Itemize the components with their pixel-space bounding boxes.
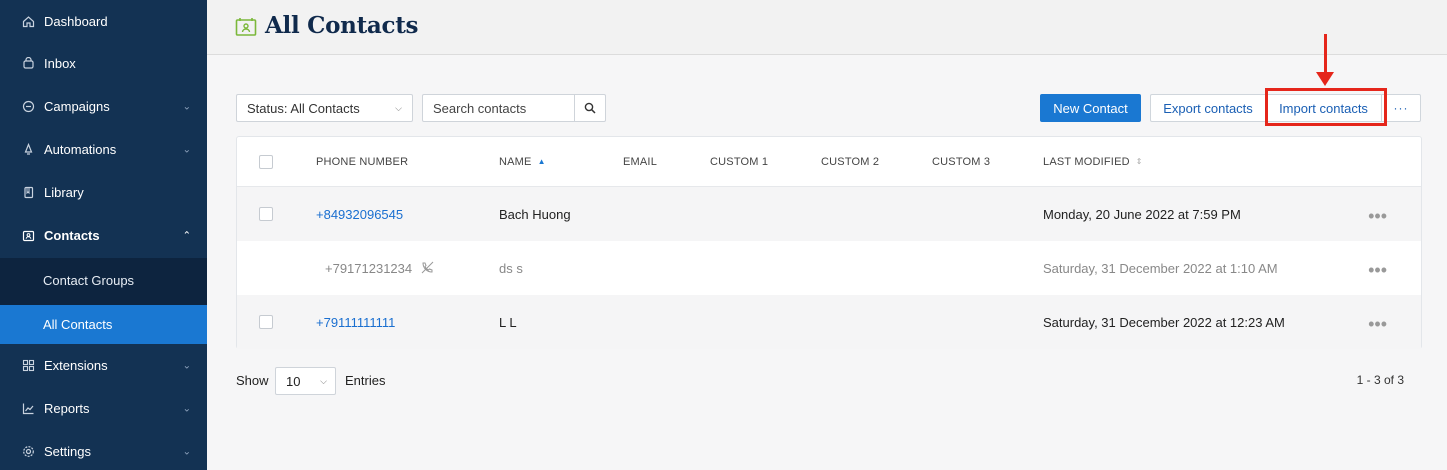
automations-icon xyxy=(21,143,35,157)
extensions-icon xyxy=(21,359,35,373)
sidebar-item-dashboard[interactable]: Dashboard xyxy=(0,0,207,43)
inbox-icon xyxy=(21,57,35,71)
row-checkbox[interactable] xyxy=(259,315,273,329)
chevron-down-icon: ⌄ xyxy=(182,403,191,414)
contact-name: L L xyxy=(499,315,517,330)
last-modified: Saturday, 31 December 2022 at 1:10 AM xyxy=(1043,261,1278,276)
chevron-down-icon: ⌄ xyxy=(182,144,191,155)
phone-link[interactable]: +84932096545 xyxy=(316,207,403,222)
sidebar-item-contact-groups[interactable]: Contact Groups xyxy=(0,262,207,298)
sidebar-item-contacts[interactable]: Contacts ⌃ xyxy=(0,214,207,257)
more-actions-button[interactable]: ··· xyxy=(1381,94,1421,122)
status-filter-value: Status: All Contacts xyxy=(247,100,360,116)
home-icon xyxy=(21,15,35,29)
status-filter-select[interactable]: Status: All Contacts ⌵ xyxy=(236,94,413,122)
gear-icon xyxy=(21,445,35,459)
sidebar-item-label: Contact Groups xyxy=(43,272,135,288)
chevron-down-icon: ⌵ xyxy=(320,376,327,386)
unsubscribed-icon xyxy=(421,261,434,277)
sidebar-item-label: Extensions xyxy=(44,358,108,373)
last-modified: Monday, 20 June 2022 at 7:59 PM xyxy=(1043,207,1241,222)
phone-link[interactable]: +79111111111 xyxy=(316,315,395,330)
sidebar-item-campaigns[interactable]: Campaigns ⌄ xyxy=(0,85,207,128)
campaigns-icon xyxy=(21,100,35,114)
table-row[interactable]: +84932096545 Bach Huong Monday, 20 June … xyxy=(237,187,1421,241)
sidebar-item-reports[interactable]: Reports ⌄ xyxy=(0,387,207,430)
contacts-card-icon xyxy=(235,17,257,37)
sidebar-item-extensions[interactable]: Extensions ⌄ xyxy=(0,344,207,387)
sidebar: Dashboard Inbox Campaigns ⌄ Automations … xyxy=(0,0,207,470)
import-highlight-box xyxy=(1265,88,1387,126)
contacts-submenu: Contact Groups All Contacts xyxy=(0,258,207,344)
sidebar-item-label: Dashboard xyxy=(44,14,108,29)
new-contact-button[interactable]: New Contact xyxy=(1040,94,1141,122)
last-modified: Saturday, 31 December 2022 at 12:23 AM xyxy=(1043,315,1285,330)
library-icon xyxy=(21,186,35,200)
contacts-icon xyxy=(21,229,35,243)
column-header-custom3[interactable]: CUSTOM 3 xyxy=(932,156,990,168)
page-size-value: 10 xyxy=(286,373,301,389)
sidebar-item-settings[interactable]: Settings ⌄ xyxy=(0,430,207,470)
table-row[interactable]: +79111111111 L L Saturday, 31 December 2… xyxy=(237,295,1421,349)
contact-name: ds s xyxy=(499,261,523,276)
row-actions-button[interactable]: ••• xyxy=(1368,207,1387,225)
entries-label: Entries xyxy=(345,373,386,388)
select-all-checkbox[interactable] xyxy=(259,155,273,169)
chevron-down-icon: ⌄ xyxy=(182,101,191,112)
sidebar-item-all-contacts[interactable]: All Contacts xyxy=(0,305,207,344)
contacts-table: PHONE NUMBER NAME ▲ EMAIL CUSTOM 1 CUSTOM… xyxy=(236,136,1422,349)
show-label: Show xyxy=(236,373,269,388)
table-row[interactable]: +79171231234 ds s Saturday, 31 December … xyxy=(237,241,1421,295)
sidebar-item-automations[interactable]: Automations ⌄ xyxy=(0,128,207,171)
sidebar-item-label: Contacts xyxy=(44,228,100,243)
search-input[interactable] xyxy=(423,95,576,121)
sort-asc-icon: ▲ xyxy=(537,157,546,166)
sidebar-item-label: Library xyxy=(44,185,84,200)
contact-name: Bach Huong xyxy=(499,207,571,222)
chevron-down-icon: ⌄ xyxy=(182,446,191,457)
phone-number: +79171231234 xyxy=(325,261,413,276)
column-header-last-modified[interactable]: LAST MODIFIED ⇕ xyxy=(1043,156,1143,168)
column-header-custom2[interactable]: CUSTOM 2 xyxy=(821,156,879,168)
table-header: PHONE NUMBER NAME ▲ EMAIL CUSTOM 1 CUSTOM… xyxy=(237,137,1421,187)
sidebar-item-inbox[interactable]: Inbox xyxy=(0,42,207,85)
chevron-up-icon: ⌃ xyxy=(182,230,191,241)
sidebar-item-label: All Contacts xyxy=(43,317,113,332)
chevron-down-icon: ⌵ xyxy=(395,103,402,113)
sidebar-item-label: Campaigns xyxy=(44,99,110,114)
column-header-name[interactable]: NAME ▲ xyxy=(499,156,546,168)
annotation-arrow-head xyxy=(1316,72,1334,86)
page-title: All Contacts xyxy=(265,12,419,39)
search-icon xyxy=(584,102,596,114)
row-actions-button[interactable]: ••• xyxy=(1368,261,1387,279)
sort-icon: ⇕ xyxy=(1135,157,1143,166)
column-header-phone[interactable]: PHONE NUMBER xyxy=(316,156,408,168)
sidebar-item-library[interactable]: Library xyxy=(0,171,207,214)
column-header-email[interactable]: EMAIL xyxy=(623,156,657,168)
pagination-info: 1 - 3 of 3 xyxy=(1356,373,1404,387)
search-box xyxy=(422,94,606,122)
annotation-arrow-shaft xyxy=(1324,34,1327,74)
sidebar-item-label: Inbox xyxy=(44,56,76,71)
row-actions-button[interactable]: ••• xyxy=(1368,315,1387,333)
sidebar-item-label: Reports xyxy=(44,401,90,416)
column-header-custom1[interactable]: CUSTOM 1 xyxy=(710,156,768,168)
column-header-label: NAME xyxy=(499,156,532,168)
sidebar-item-label: Settings xyxy=(44,444,91,459)
chevron-down-icon: ⌄ xyxy=(182,360,191,371)
export-contacts-button[interactable]: Export contacts xyxy=(1150,94,1266,122)
column-header-label: LAST MODIFIED xyxy=(1043,156,1130,168)
reports-icon xyxy=(21,402,35,416)
page-size-select[interactable]: 10 ⌵ xyxy=(275,367,336,395)
sidebar-item-label: Automations xyxy=(44,142,117,157)
row-checkbox[interactable] xyxy=(259,207,273,221)
search-button[interactable] xyxy=(574,95,605,121)
page-header: All Contacts xyxy=(207,0,1447,55)
